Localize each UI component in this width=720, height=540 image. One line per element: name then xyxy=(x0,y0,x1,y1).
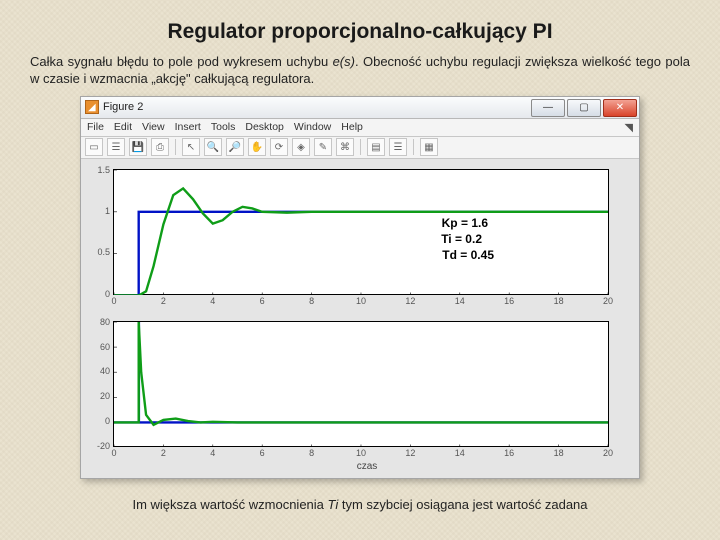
pan-icon[interactable]: ✋ xyxy=(248,138,266,156)
close-button[interactable]: ✕ xyxy=(603,99,637,117)
brush-icon[interactable]: ✎ xyxy=(314,138,332,156)
dock-icon[interactable]: ◥ xyxy=(625,121,633,134)
plot-area: 00.511.5 02468101214161820 Kp = 1.6 Ti =… xyxy=(81,159,639,478)
menu-insert[interactable]: Insert xyxy=(175,121,201,133)
subplot-response: 00.511.5 02468101214161820 Kp = 1.6 Ti =… xyxy=(113,169,609,295)
hide-tools-icon[interactable]: ▦ xyxy=(420,138,438,156)
menu-view[interactable]: View xyxy=(142,121,165,133)
description-text: Całka sygnału błędu to pole pod wykresem… xyxy=(30,54,690,88)
menu-window[interactable]: Window xyxy=(294,121,331,133)
zoom-out-icon[interactable]: 🔎 xyxy=(226,138,244,156)
datacursor-icon[interactable]: ◈ xyxy=(292,138,310,156)
toolbar: ▭ ☰ 💾 ⎙ ↖ 🔍 🔎 ✋ ⟳ ◈ ✎ ⌘ ▤ ☰ ▦ xyxy=(81,137,639,159)
param-td: Td = 0.45 xyxy=(442,248,494,262)
window-title: Figure 2 xyxy=(103,101,143,113)
menu-tools[interactable]: Tools xyxy=(211,121,236,133)
save-icon[interactable]: 💾 xyxy=(129,138,147,156)
zoom-in-icon[interactable]: 🔍 xyxy=(204,138,222,156)
link-icon[interactable]: ⌘ xyxy=(336,138,354,156)
legend-icon[interactable]: ☰ xyxy=(389,138,407,156)
page-title: Regulator proporcjonalno-całkujący PI xyxy=(30,20,690,44)
param-kp: Kp = 1.6 xyxy=(442,216,488,230)
menu-help[interactable]: Help xyxy=(341,121,363,133)
pointer-icon[interactable]: ↖ xyxy=(182,138,200,156)
new-figure-icon[interactable]: ▭ xyxy=(85,138,103,156)
print-icon[interactable]: ⎙ xyxy=(151,138,169,156)
menu-edit[interactable]: Edit xyxy=(114,121,132,133)
param-ti: Ti = 0.2 xyxy=(441,232,482,246)
colorbar-icon[interactable]: ▤ xyxy=(367,138,385,156)
minimize-button[interactable]: — xyxy=(531,99,565,117)
matlab-icon: ◢ xyxy=(85,100,99,114)
x-axis-label: czas xyxy=(113,461,621,472)
subplot-control: -20020406080 02468101214161820 xyxy=(113,321,609,447)
window-titlebar: ◢ Figure 2 — ▢ ✕ xyxy=(81,97,639,119)
rotate-icon[interactable]: ⟳ xyxy=(270,138,288,156)
open-icon[interactable]: ☰ xyxy=(107,138,125,156)
menu-file[interactable]: File xyxy=(87,121,104,133)
menu-desktop[interactable]: Desktop xyxy=(245,121,284,133)
caption-text: Im większa wartość wzmocnienia Ti tym sz… xyxy=(30,497,690,512)
menu-bar: File Edit View Insert Tools Desktop Wind… xyxy=(81,119,639,137)
matlab-figure-window: ◢ Figure 2 — ▢ ✕ File Edit View Insert T… xyxy=(80,96,640,479)
maximize-button[interactable]: ▢ xyxy=(567,99,601,117)
